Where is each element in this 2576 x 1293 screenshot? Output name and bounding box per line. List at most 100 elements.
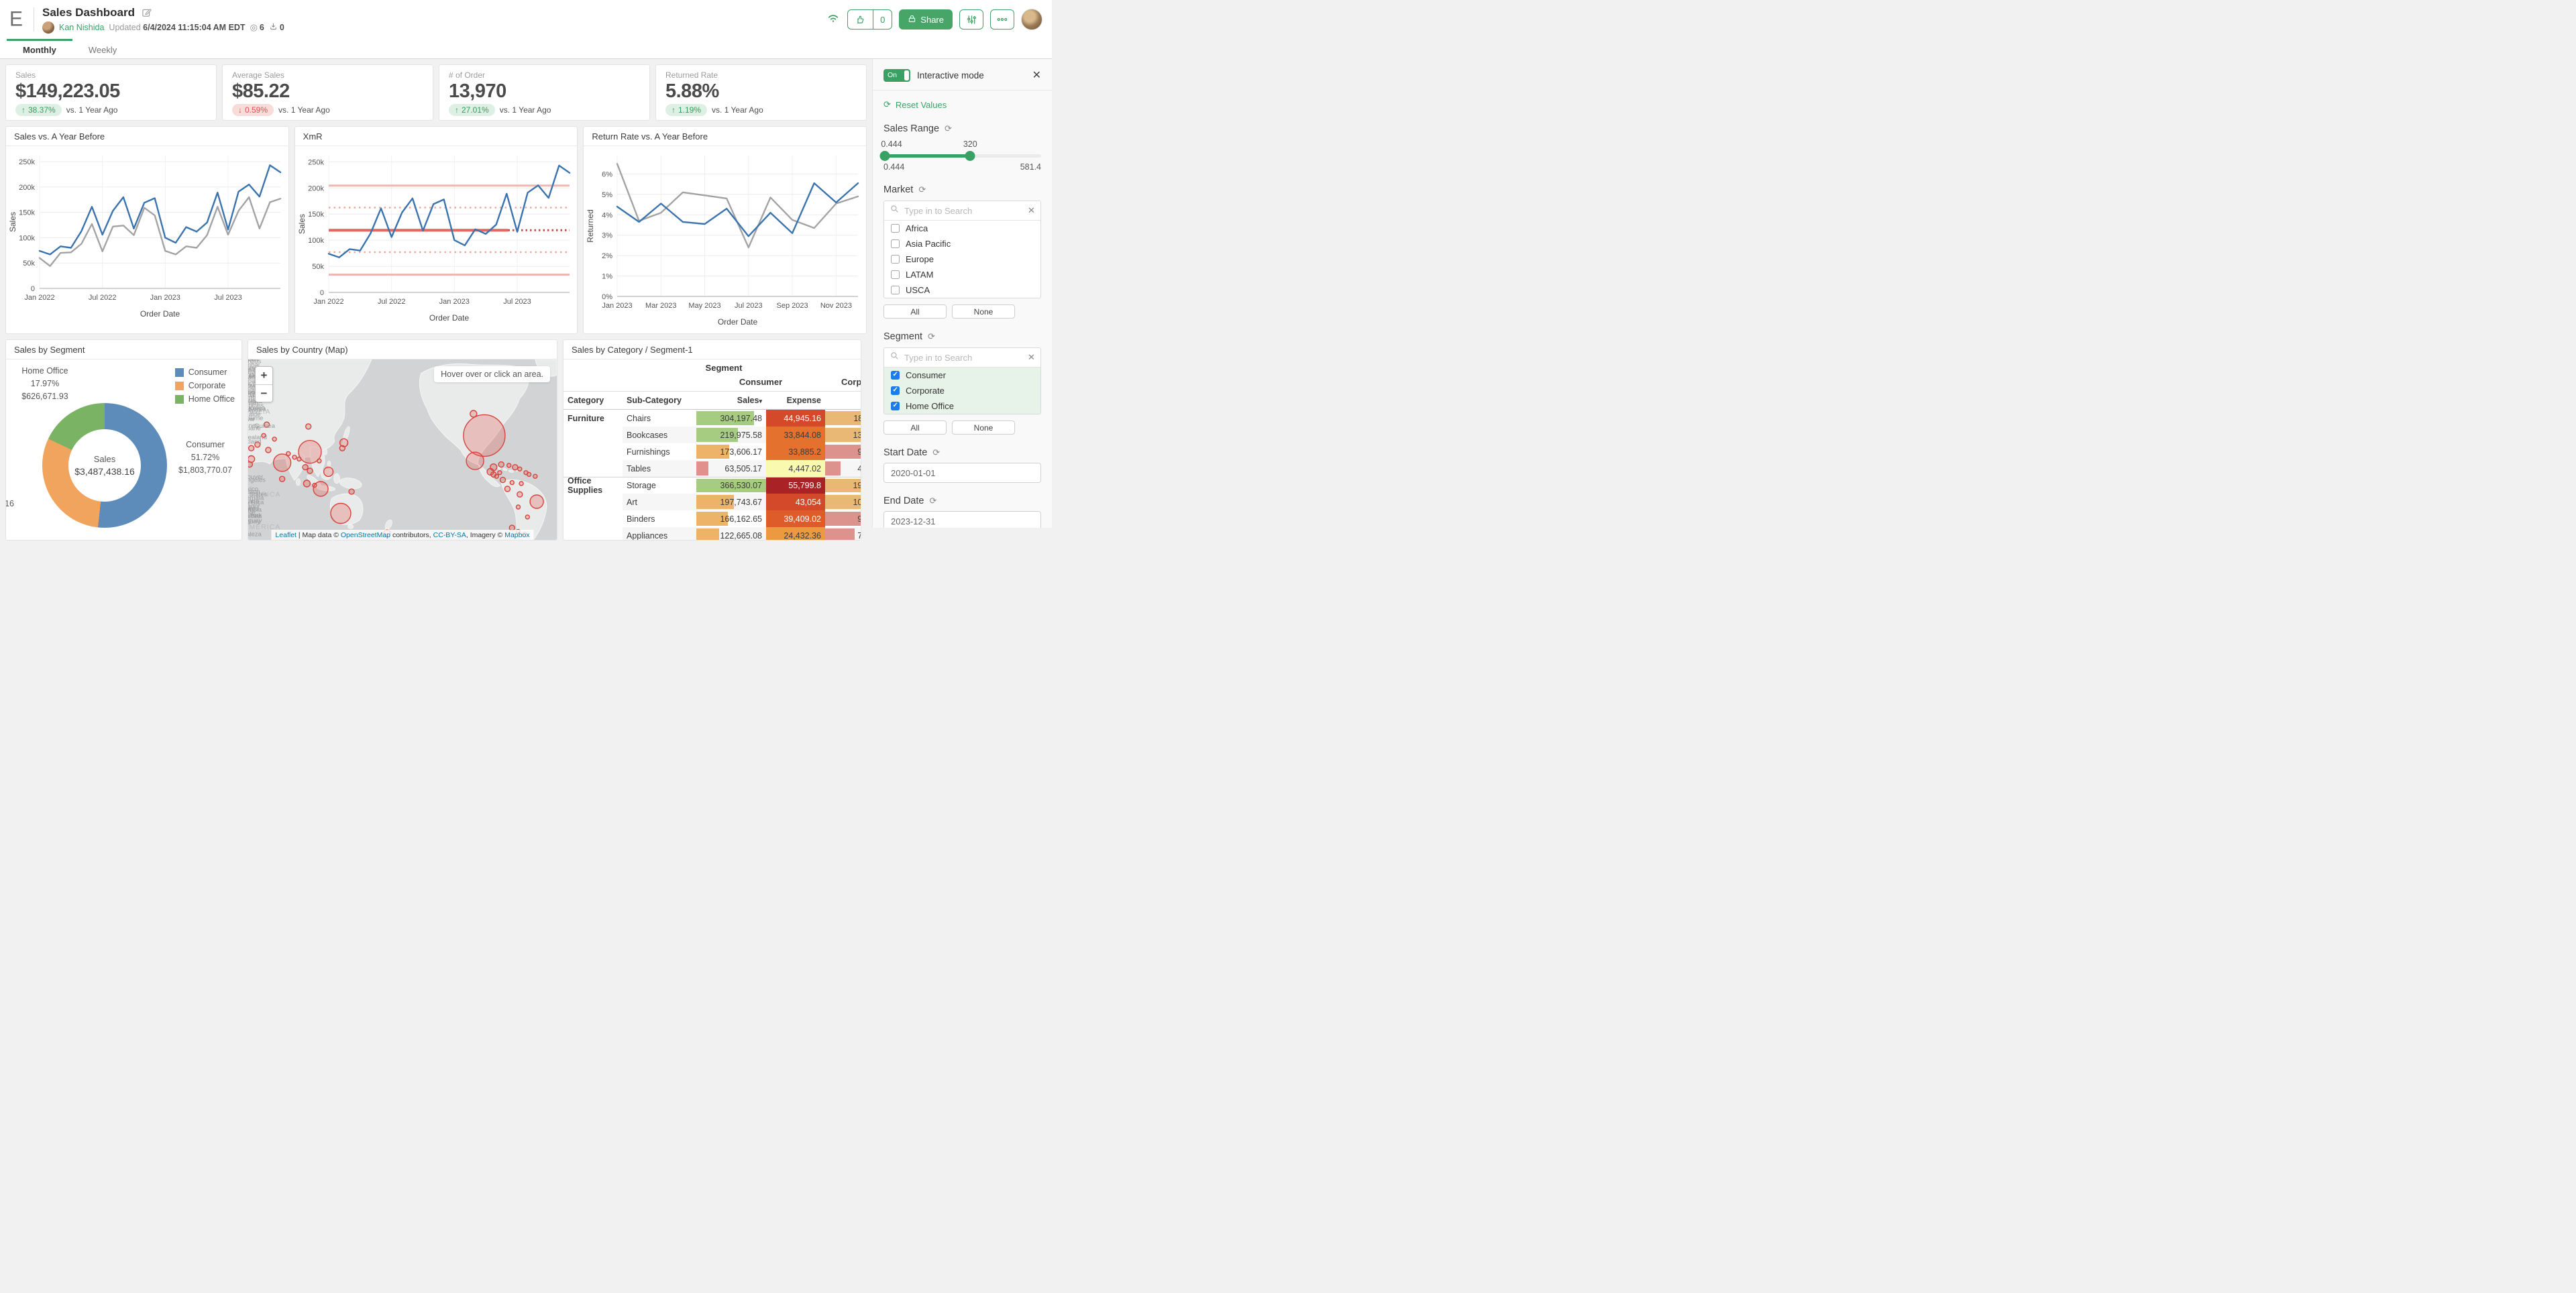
slider-handle-min[interactable] (880, 151, 890, 161)
map-sales-marker[interactable] (249, 445, 254, 451)
consumer-sales-cell[interactable]: 366,530.07 (696, 477, 766, 494)
slider-handle-max[interactable] (965, 151, 975, 161)
map-sales-marker[interactable] (517, 505, 521, 509)
consumer-sales-cell[interactable]: 197,743.67 (696, 494, 766, 510)
market-option-africa[interactable]: Africa (884, 221, 1040, 236)
corporate-sales-cell[interactable]: 40,662.43 (825, 460, 861, 477)
consumer-expense-cell[interactable]: 55,799.8 (766, 477, 825, 494)
consumer-sales-cell[interactable]: 219,975.58 (696, 427, 766, 443)
map-attribution-link[interactable]: Mapbox (504, 531, 529, 539)
refresh-icon[interactable]: ⟳ (932, 447, 940, 458)
market-none-button[interactable]: None (952, 304, 1015, 319)
segment-all-button[interactable]: All (883, 420, 947, 435)
table-subcategory-cell[interactable]: Furnishings (623, 443, 696, 460)
clear-search-icon[interactable]: ✕ (1028, 352, 1035, 363)
corporate-sales-cell[interactable]: 78,596.73 (825, 527, 861, 541)
map-attribution-link[interactable]: Leaflet (275, 531, 297, 539)
market-all-button[interactable]: All (883, 304, 947, 319)
close-sidebar-icon[interactable]: ✕ (1032, 68, 1041, 82)
segment-search-input[interactable] (904, 353, 1022, 363)
consumer-sales-cell[interactable]: 173,606.17 (696, 443, 766, 460)
col-header-consumer-expense[interactable]: Expense (766, 391, 825, 410)
map-sales-marker[interactable] (297, 457, 301, 461)
table-subcategory-cell[interactable]: Storage (623, 477, 696, 494)
market-option-usca[interactable]: USCA (884, 282, 1040, 298)
like-button-group[interactable]: 0 (847, 9, 892, 30)
app-logo-icon[interactable]: E (7, 7, 25, 32)
table-subcategory-cell[interactable]: Art (623, 494, 696, 510)
refresh-icon[interactable]: ⟳ (928, 331, 935, 342)
consumer-sales-cell[interactable]: 166,162.65 (696, 510, 766, 527)
consumer-sales-cell[interactable]: 63,505.17 (696, 460, 766, 477)
consumer-expense-cell[interactable]: 43,054 (766, 494, 825, 510)
map-sales-marker[interactable] (518, 467, 522, 471)
map-sales-marker[interactable] (533, 474, 537, 478)
col-header-subcategory[interactable]: Sub-Category (623, 391, 696, 410)
map-attribution-link[interactable]: CC-BY-SA (433, 531, 466, 539)
refresh-icon[interactable]: ⟳ (929, 496, 936, 506)
map-sales-marker[interactable] (519, 482, 523, 486)
map-sales-marker[interactable] (324, 467, 333, 476)
map-attribution-link[interactable]: OpenStreetMap (341, 531, 390, 539)
refresh-icon[interactable]: ⟳ (945, 123, 952, 134)
map-sales-marker[interactable] (292, 455, 297, 459)
map-sales-marker[interactable] (517, 492, 523, 497)
col-header-consumer-sales[interactable]: Sales▾ (696, 391, 766, 410)
corporate-sales-cell[interactable]: 102,412.39 (825, 494, 861, 510)
map-sales-marker[interactable] (530, 495, 543, 508)
map-sales-marker[interactable] (466, 452, 484, 469)
author-link[interactable]: Kan Nishida (59, 23, 104, 32)
map-sales-marker[interactable] (513, 465, 518, 470)
start-date-input[interactable] (883, 463, 1041, 483)
segment-option-corporate[interactable]: Corporate (884, 383, 1040, 398)
chart-area[interactable]: 050k100k150k200k250kJan 2022Jul 2022Jan … (6, 146, 288, 334)
clear-search-icon[interactable]: ✕ (1028, 205, 1035, 216)
share-button[interactable]: Share (899, 9, 953, 30)
tab-monthly[interactable]: Monthly (7, 39, 72, 58)
map-sales-marker[interactable] (527, 472, 531, 476)
corporate-sales-cell[interactable]: 195,550.57 (825, 477, 861, 494)
corporate-sales-cell[interactable]: 138,352.25 (825, 427, 861, 443)
market-option-latam[interactable]: LATAM (884, 267, 1040, 282)
consumer-expense-cell[interactable]: 44,945.16 (766, 410, 825, 427)
market-option-asia-pacific[interactable]: Asia Pacific (884, 236, 1040, 251)
table-subcategory-cell[interactable]: Binders (623, 510, 696, 527)
consumer-expense-cell[interactable]: 24,432.36 (766, 527, 825, 541)
map-sales-marker[interactable] (504, 486, 510, 492)
consumer-expense-cell[interactable]: 39,409.02 (766, 510, 825, 527)
segment-none-button[interactable]: None (952, 420, 1015, 435)
donut-chart[interactable]: Sales$3,487,438.16Consumer51.72%$1,803,7… (6, 359, 241, 541)
map-sales-marker[interactable] (274, 454, 291, 471)
map-sales-marker[interactable] (280, 476, 285, 482)
map-sales-marker[interactable] (313, 482, 328, 496)
map-sales-marker[interactable] (303, 465, 308, 470)
corporate-sales-cell[interactable]: 99,784.89 (825, 443, 861, 460)
consumer-sales-cell[interactable]: 304,197.48 (696, 410, 766, 427)
consumer-expense-cell[interactable]: 33,844.08 (766, 427, 825, 443)
consumer-expense-cell[interactable]: 4,447.02 (766, 460, 825, 477)
map-sales-marker[interactable] (464, 414, 505, 456)
end-date-input[interactable] (883, 511, 1041, 528)
map-sales-marker[interactable] (339, 445, 345, 451)
interactive-mode-toggle[interactable]: On (883, 69, 910, 82)
map-sales-marker[interactable] (525, 515, 529, 519)
corporate-sales-cell[interactable]: 96,131.69 (825, 510, 861, 527)
table-subcategory-cell[interactable]: Appliances (623, 527, 696, 541)
map-sales-marker[interactable] (494, 474, 498, 478)
map-sales-marker[interactable] (349, 489, 354, 494)
corporate-sales-cell[interactable]: 188,116.42 (825, 410, 861, 427)
map-sales-marker[interactable] (498, 471, 502, 475)
market-option-europe[interactable]: Europe (884, 251, 1040, 267)
table-subcategory-cell[interactable]: Tables (623, 460, 696, 477)
user-avatar[interactable] (1021, 9, 1042, 30)
chart-area[interactable]: 050k100k150k200k250kJan 2022Jul 2022Jan … (295, 146, 578, 334)
map-zoom-out-button[interactable]: − (256, 384, 272, 402)
settings-sliders-button[interactable] (959, 9, 983, 30)
world-map[interactable]: RussiaKrasnoyarskKazakhstanASIAKyrgyzsta… (248, 359, 557, 541)
map-sales-marker[interactable] (266, 447, 271, 453)
map-sales-marker[interactable] (306, 424, 311, 429)
segment-option-consumer[interactable]: Consumer (884, 368, 1040, 383)
tab-weekly[interactable]: Weekly (72, 39, 133, 58)
map-zoom-in-button[interactable]: + (256, 367, 272, 384)
map-sales-marker[interactable] (307, 468, 313, 473)
